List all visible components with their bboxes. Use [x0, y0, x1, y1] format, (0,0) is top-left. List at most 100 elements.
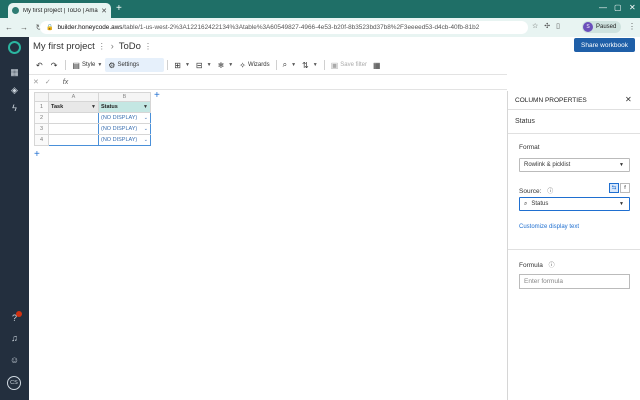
side-panel-icon[interactable]: ▯	[556, 22, 560, 30]
formula-input[interactable]	[68, 76, 507, 88]
help-icon[interactable]: ?	[0, 313, 29, 323]
filter-button[interactable]: ⌕ ▼	[280, 58, 299, 72]
automations-icon[interactable]: ϟ	[0, 103, 29, 113]
undo-icon: ↶	[36, 60, 43, 70]
column-menu-icon[interactable]: ▼	[143, 104, 148, 110]
insert-rows-button[interactable]: ⊟ ▼	[193, 58, 215, 72]
customize-display-text-link[interactable]: Customize display text	[519, 224, 579, 230]
notifications-bell-icon[interactable]: ♫	[0, 333, 29, 343]
task-cell[interactable]	[48, 123, 99, 135]
breadcrumb-project[interactable]: My first project	[33, 41, 95, 52]
new-tab-icon[interactable]: +	[116, 4, 122, 14]
format-label: Format	[519, 144, 540, 151]
url-host: builder.honeycode.aws	[57, 24, 123, 31]
column-letter-a[interactable]: A	[48, 92, 99, 102]
honeycode-logo-icon[interactable]	[8, 41, 21, 54]
tables-icon[interactable]: ▦	[0, 67, 29, 78]
table-more-icon[interactable]: ⋮	[144, 42, 152, 51]
column-header-status[interactable]: Status ▼	[98, 101, 151, 113]
source-picker-toggle[interactable]: ⇆	[609, 183, 619, 193]
snowflake-icon: ❄	[217, 60, 225, 70]
user-avatar[interactable]: CS	[7, 376, 21, 390]
site-favicon-icon	[12, 7, 19, 14]
row-number[interactable]: 3	[34, 123, 49, 135]
insert-columns-button[interactable]: ⊞ ▼	[171, 58, 193, 72]
column-letter-b[interactable]: B	[98, 92, 151, 102]
source-formula-toggle[interactable]: f	[620, 183, 630, 193]
picklist-chevron-icon[interactable]: ⌄	[144, 115, 148, 121]
info-icon[interactable]: ⓘ	[549, 263, 555, 269]
project-more-icon[interactable]: ⋮	[98, 42, 106, 51]
settings-button[interactable]: ⚙ Settings	[105, 58, 165, 72]
confirm-edit-icon[interactable]: ✓	[45, 78, 51, 86]
toolbar-divider	[275, 60, 277, 70]
insert-row-icon: ⊟	[195, 60, 203, 70]
chevron-down-icon: ▼	[312, 62, 318, 68]
formula-label: Formula	[519, 262, 543, 269]
table-row: 2 (NO DISPLAY) ⌄	[34, 112, 151, 124]
undo-button[interactable]: ↶	[33, 58, 48, 72]
cancel-edit-icon[interactable]: ✕	[33, 78, 39, 86]
save-filter-label: Save filter	[340, 62, 367, 68]
status-cell[interactable]: (NO DISPLAY) ⌄	[98, 134, 151, 146]
chevron-down-icon: ▼	[619, 201, 624, 207]
chevron-down-icon: ▼	[184, 62, 190, 68]
save-filter-button[interactable]: ▣ Save filter	[328, 58, 370, 72]
url-path: /table/1-us-west-2%3A122162422134%3Atabl…	[122, 24, 480, 31]
format-select[interactable]: Rowlink & picklist ▼	[519, 158, 630, 172]
back-icon[interactable]: ←	[3, 23, 15, 32]
style-button[interactable]: ▤ Style ▼	[69, 58, 105, 72]
info-icon[interactable]: ⓘ	[547, 189, 553, 195]
browser-menu-icon[interactable]: ⋮	[628, 22, 636, 31]
filter-icon: ⌕	[282, 60, 288, 69]
tab-close-icon[interactable]: ✕	[101, 7, 107, 15]
maximize-icon[interactable]: ▢	[614, 3, 622, 12]
wizards-button[interactable]: ✧ Wizards	[236, 58, 272, 72]
column-header-task[interactable]: Task ▼	[48, 101, 99, 113]
team-icon[interactable]: ☺	[0, 355, 29, 365]
status-cell[interactable]: (NO DISPLAY) ⌄	[98, 123, 151, 135]
window-close-icon[interactable]: ✕	[629, 3, 636, 12]
wand-icon: ✧	[239, 60, 246, 70]
lock-icon[interactable]: 🔒	[46, 24, 53, 31]
task-cell[interactable]	[48, 134, 99, 146]
panel-divider	[508, 133, 640, 134]
grid-view-button[interactable]: ▦	[370, 58, 386, 72]
browser-tab[interactable]: My first project | ToDo | Amazo ✕	[8, 3, 111, 18]
formula-field[interactable]: Enter formula	[519, 274, 630, 289]
picklist-chevron-icon[interactable]: ⌄	[144, 126, 148, 132]
redo-button[interactable]: ↷	[48, 58, 63, 72]
column-name[interactable]: Status	[515, 118, 535, 125]
bookmark-star-icon[interactable]: ☆	[532, 22, 538, 30]
column-menu-icon[interactable]: ▼	[91, 104, 96, 110]
task-cell[interactable]	[48, 112, 99, 124]
breadcrumb-table[interactable]: ToDo	[119, 41, 141, 52]
share-workbook-button[interactable]: Share workbook	[574, 38, 635, 52]
url-bar[interactable]: 🔒 builder.honeycode.aws/table/1-us-west-…	[40, 21, 528, 34]
add-column-icon[interactable]: +	[154, 91, 160, 101]
corner-cell[interactable]	[34, 92, 49, 102]
picklist-chevron-icon[interactable]: ⌄	[144, 137, 148, 143]
row-number[interactable]: 2	[34, 112, 49, 124]
sort-button[interactable]: ⇅ ▼	[299, 58, 321, 72]
row-number[interactable]: 4	[34, 134, 49, 146]
freeze-button[interactable]: ❄ ▼	[215, 58, 237, 72]
row-number[interactable]: 1	[34, 101, 49, 113]
minimize-icon[interactable]: —	[599, 3, 607, 12]
table-row: 4 (NO DISPLAY) ⌄	[34, 134, 151, 146]
chevron-down-icon: ▼	[206, 62, 212, 68]
format-value: Rowlink & picklist	[524, 162, 571, 168]
source-select[interactable]: ⌕ Status ▼	[519, 197, 630, 211]
panel-close-icon[interactable]: ✕	[625, 95, 632, 104]
forward-icon[interactable]: →	[18, 23, 30, 32]
formula-label-row: Formula ⓘ	[519, 260, 555, 269]
panel-divider	[508, 249, 640, 250]
profile-button[interactable]: S Paused	[582, 21, 622, 33]
builder-icon[interactable]: ◈	[0, 85, 29, 96]
add-row-icon[interactable]: +	[34, 150, 40, 160]
insert-column-icon: ⊞	[174, 60, 181, 70]
status-cell[interactable]: (NO DISPLAY) ⌄	[98, 112, 151, 124]
toolbar-divider	[323, 60, 325, 70]
extensions-puzzle-icon[interactable]: ✣	[544, 22, 550, 30]
toolbar-divider	[65, 60, 67, 70]
